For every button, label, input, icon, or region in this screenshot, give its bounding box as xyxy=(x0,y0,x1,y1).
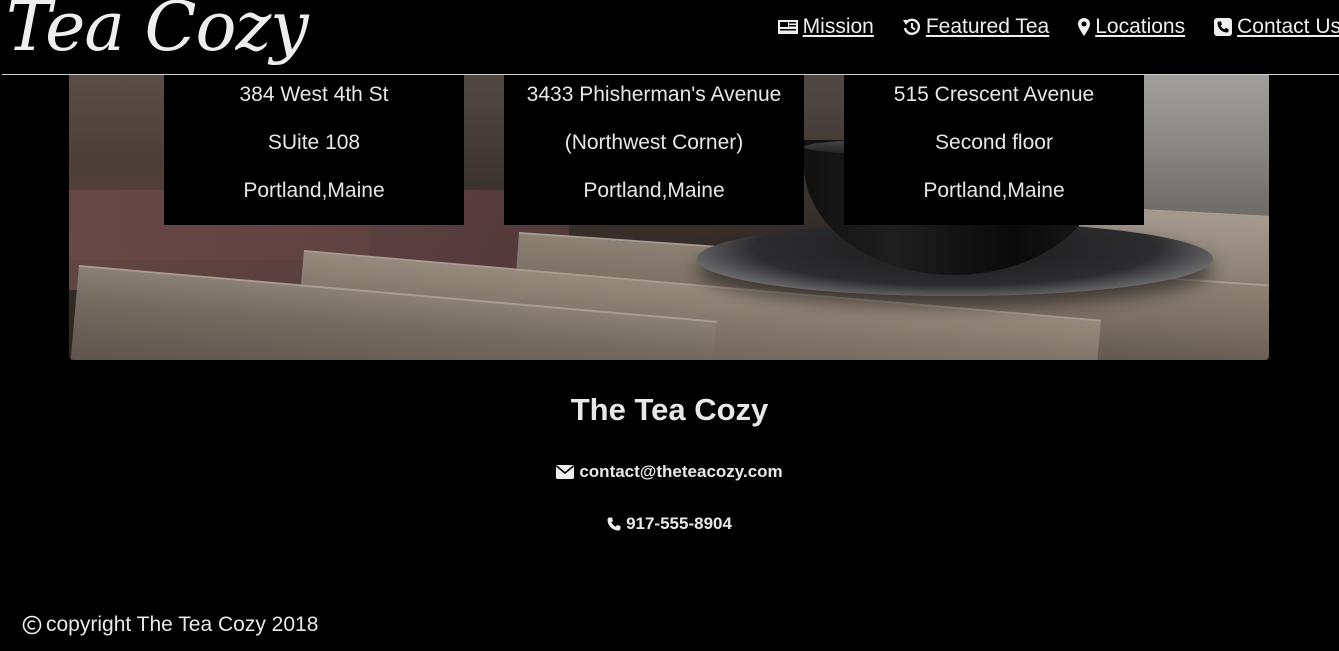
location-address-line: Second floor xyxy=(935,131,1053,154)
copyright-icon xyxy=(22,615,42,635)
email-row: contact@theteacozy.com xyxy=(0,462,1339,484)
phone-square-icon xyxy=(1214,18,1233,36)
contact-email[interactable]: contact@theteacozy.com xyxy=(579,462,782,482)
contact-phone[interactable]: 917-555-8904 xyxy=(626,514,732,534)
location-card: 384 West 4th St SUite 108 Portland,Maine xyxy=(164,75,464,225)
copyright-text: copyright The Tea Cozy 2018 xyxy=(46,613,319,636)
nav-link-label: Contact Us xyxy=(1237,15,1339,38)
history-icon xyxy=(902,18,920,35)
location-address-line: 515 Crescent Avenue xyxy=(893,83,1095,106)
phone-icon xyxy=(607,517,621,531)
nav-link-featured-tea[interactable]: Featured Tea xyxy=(902,15,1049,39)
location-card: 3433 Phisherman's Avenue (Northwest Corn… xyxy=(504,75,804,225)
site-header: Tea Cozy Mission Featured Tea Locations … xyxy=(2,0,1339,75)
nav-link-label: Mission xyxy=(802,15,874,38)
envelope-icon xyxy=(556,465,575,479)
location-address-line: 384 West 4th St xyxy=(239,83,389,106)
nav-link-contact-us[interactable]: Contact Us xyxy=(1213,15,1339,39)
main-nav: Mission Featured Tea Locations Contact U… xyxy=(777,15,1339,39)
site-logo[interactable]: Tea Cozy xyxy=(6,0,309,67)
phone-row: 917-555-8904 xyxy=(0,514,1339,536)
nav-link-label: Locations xyxy=(1095,15,1186,38)
map-marker-icon xyxy=(1078,18,1091,36)
copyright: copyright The Tea Cozy 2018 xyxy=(22,613,318,637)
location-address-line: Portland,Maine xyxy=(243,179,385,202)
location-card: 515 Crescent Avenue Second floor Portlan… xyxy=(844,75,1144,225)
location-address-line: (Northwest Corner) xyxy=(564,131,744,154)
location-address-line: SUite 108 xyxy=(267,131,361,154)
location-address-line: Portland,Maine xyxy=(583,179,725,202)
nav-link-mission[interactable]: Mission xyxy=(777,15,874,39)
location-address-line: Portland,Maine xyxy=(923,179,1065,202)
newspaper-icon xyxy=(777,20,798,34)
nav-link-locations[interactable]: Locations xyxy=(1077,15,1185,39)
nav-link-label: Featured Tea xyxy=(925,15,1050,38)
footer-title: The Tea Cozy xyxy=(570,392,769,427)
location-address-line: 3433 Phisherman's Avenue xyxy=(526,83,782,106)
